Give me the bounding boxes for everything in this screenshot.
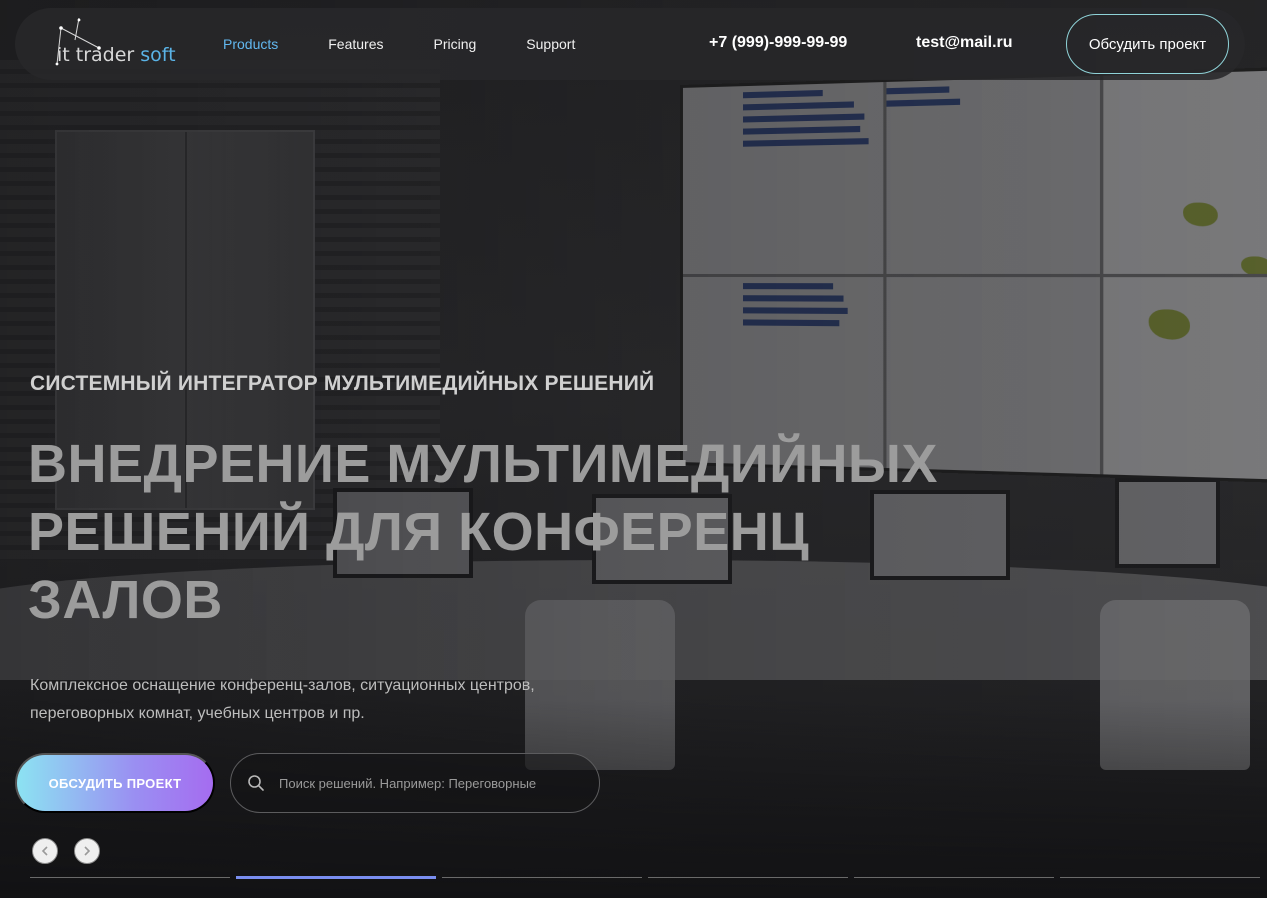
- solution-search[interactable]: [230, 753, 600, 813]
- nav-item-pricing[interactable]: Pricing: [434, 36, 477, 52]
- slider-progress-segment[interactable]: [236, 876, 436, 879]
- main-nav: Products Features Pricing Support: [223, 8, 625, 80]
- search-icon: [248, 775, 264, 791]
- slider-progress-segment[interactable]: [30, 877, 230, 878]
- nav-item-support[interactable]: Support: [526, 36, 575, 52]
- nav-item-features[interactable]: Features: [328, 36, 383, 52]
- slider-progress-segment[interactable]: [442, 877, 642, 878]
- discuss-project-header-button[interactable]: Обсудить проект: [1066, 14, 1229, 74]
- site-header: it trader soft Products Features Pricing…: [15, 8, 1245, 80]
- brand-suffix: soft: [140, 44, 176, 66]
- brand-prefix: it trader: [57, 44, 135, 66]
- hero-subtitle: Комплексное оснащение конференц-залов, с…: [30, 677, 535, 722]
- chevron-left-icon: [41, 846, 48, 856]
- brand-name: it trader soft: [57, 44, 176, 66]
- brand-logo[interactable]: it trader soft: [49, 18, 179, 70]
- nav-item-products[interactable]: Products: [223, 36, 278, 52]
- slider-progress-segment[interactable]: [1060, 877, 1260, 878]
- email-link[interactable]: test@mail.ru: [916, 34, 1013, 52]
- slider-next-button[interactable]: [74, 838, 100, 864]
- slider-progress-segment[interactable]: [648, 877, 848, 878]
- slider-progress: [30, 876, 1260, 879]
- search-input[interactable]: [279, 775, 599, 791]
- slider-progress-segment[interactable]: [854, 877, 1054, 878]
- chevron-right-icon: [84, 846, 91, 856]
- hero-headline: ВНЕДРЕНИЕ МУЛЬТИМЕДИЙНЫХ РЕШЕНИЙ ДЛЯ КОН…: [28, 434, 938, 630]
- slider-prev-button[interactable]: [32, 838, 58, 864]
- hero-eyebrow: СИСТЕМНЫЙ ИНТЕГРАТОР МУЛЬТИМЕДИЙНЫХ РЕШЕ…: [30, 372, 655, 395]
- phone-link[interactable]: +7 (999)-999-99-99: [709, 34, 847, 52]
- discuss-project-button[interactable]: ОБСУДИТЬ ПРОЕКТ: [15, 753, 215, 813]
